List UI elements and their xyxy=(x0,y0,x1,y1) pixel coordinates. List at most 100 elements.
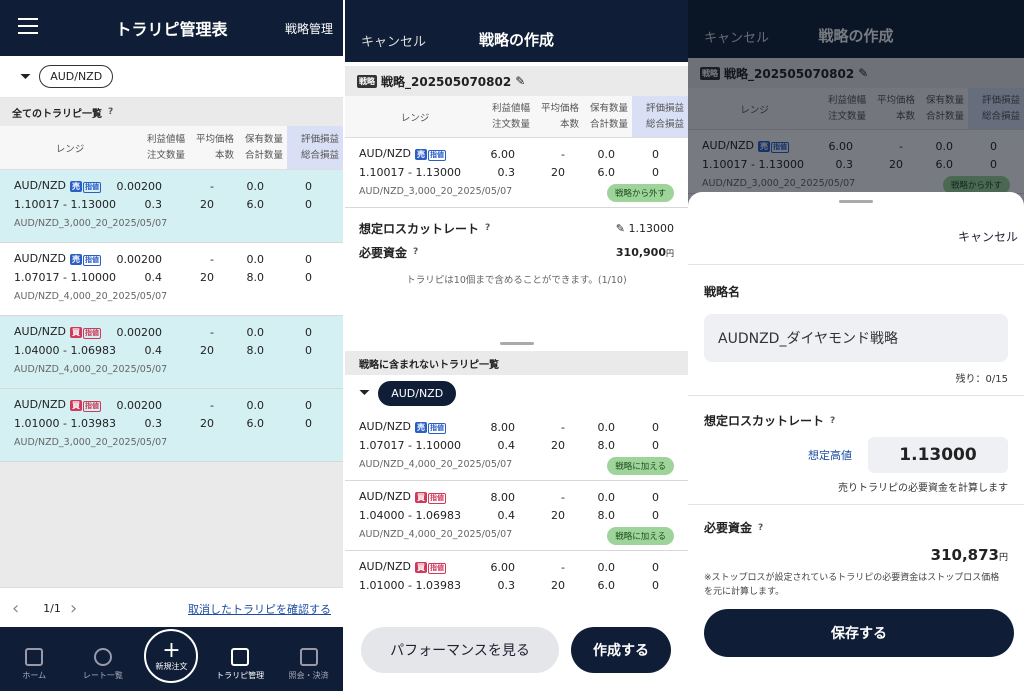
trarepi-row[interactable]: AUD/NZD 買指値 0.00200 - 0.0 0 1.04000 - 1.06983 0… xyxy=(0,316,343,389)
pair-label: AUD/NZD xyxy=(359,560,411,573)
count: 20 xyxy=(551,165,565,179)
losscut-section: 想定ロスカットレート? 想定高値 1.13000 売りトラリピの必要資金を計算し… xyxy=(688,396,1024,505)
help-icon[interactable]: ? xyxy=(108,107,113,117)
help-icon[interactable]: ? xyxy=(758,523,763,533)
filter-bar: ⏷ AUD/NZD xyxy=(0,56,343,98)
order-qty: 0.4 xyxy=(497,508,516,522)
currency-filter-chip[interactable]: AUD/NZD xyxy=(39,65,114,88)
tab-rates[interactable]: レート一覧 xyxy=(69,648,138,681)
tab-account[interactable]: 照会・決済 xyxy=(274,648,343,681)
cancelled-trarepi-link[interactable]: 取消したトラリピを確認する xyxy=(188,601,331,617)
trarepi-row[interactable]: AUD/NZD売指値6.00-0.001.10017 - 1.130000.32… xyxy=(345,138,688,208)
hold-qty: 0.0 xyxy=(246,398,265,412)
range-label: 1.10017 - 1.13000 xyxy=(14,197,116,211)
side-badge: 買 xyxy=(415,492,427,503)
total-qty: 6.0 xyxy=(246,197,265,211)
required-value: 310,900円 xyxy=(615,245,674,259)
side-badge: 売 xyxy=(70,181,82,192)
count: 20 xyxy=(200,416,214,430)
required-value: 310,873円 xyxy=(930,546,1008,564)
page-indicator: 1/1 xyxy=(43,602,61,615)
profit-width: 0.00200 xyxy=(116,179,163,193)
save-button[interactable]: 保存する xyxy=(704,609,1014,657)
count: 20 xyxy=(200,270,214,284)
pair-label: AUD/NZD xyxy=(359,147,411,160)
hold-total-header: 保有数量合計数量 xyxy=(244,133,283,161)
trarepi-row[interactable]: AUD/NZD 買指値 8.00-0.0 0 1.04000 - 1.06983 0.4 2… xyxy=(345,481,688,551)
hold-qty: 0.0 xyxy=(246,179,265,193)
limit-badge: 指値 xyxy=(428,563,446,574)
order-qty: 0.4 xyxy=(144,343,163,357)
losscut-value[interactable]: ✎ 1.13000 xyxy=(616,222,674,235)
remove-from-strategy-button[interactable]: 戦略から外す xyxy=(606,184,674,202)
trarepi-row[interactable]: AUD/NZD 売指値 8.00-0.0 0 1.07017 - 1.10000 0.4 2… xyxy=(345,411,688,481)
side-badge: 売 xyxy=(70,254,82,265)
strategy-management-link[interactable]: 戦略管理 xyxy=(285,20,333,37)
total-qty: 8.0 xyxy=(246,343,265,357)
side-badge: 買 xyxy=(70,400,82,411)
view-performance-button[interactable]: パフォーマンスを見る xyxy=(361,627,559,673)
hold-qty: 0.0 xyxy=(597,490,616,504)
tab-new-order[interactable]: + 新規注文 xyxy=(137,629,206,683)
profit-width: 8.00 xyxy=(490,420,516,434)
plus-icon: + xyxy=(162,637,181,663)
hamburger-menu-icon[interactable] xyxy=(18,18,38,34)
next-page-icon[interactable]: › xyxy=(70,598,92,619)
help-icon[interactable]: ? xyxy=(830,416,835,426)
tab-trarepi-manage[interactable]: トラリピ管理 xyxy=(206,648,275,681)
range-header: レンジ xyxy=(400,112,430,124)
trarepi-name: AUD/NZD_4,000_20_2025/05/07 xyxy=(14,364,168,375)
help-icon[interactable]: ? xyxy=(485,223,490,233)
page-title: 戦略の作成 xyxy=(478,31,555,49)
trarepi-management-screen: トラリピ管理表 戦略管理 ⏷ AUD/NZD 全てのトラリピ一覧 ? レンジ 利… xyxy=(0,0,343,691)
total-pl: 0 xyxy=(652,508,659,522)
limit-badge: 指値 xyxy=(83,182,101,193)
limit-badge: 指値 xyxy=(428,150,446,161)
tab-home[interactable]: ホーム xyxy=(0,648,69,681)
filter-icon[interactable]: ⏷ xyxy=(20,69,31,85)
required-label: 必要資金 xyxy=(359,245,408,260)
range-label: 1.04000 - 1.06983 xyxy=(359,508,461,522)
losscut-mode-toggle[interactable]: 想定高値 xyxy=(808,447,852,463)
add-to-strategy-button[interactable]: 戦略に加える xyxy=(607,457,674,475)
profit-width: 0.00200 xyxy=(116,398,163,412)
pager: ‹ 1/1 › 取消したトラリピを確認する xyxy=(0,587,343,629)
avg-price: - xyxy=(210,252,214,266)
strategy-name: 戦略_202505070802 xyxy=(381,74,512,89)
prev-page-icon[interactable]: ‹ xyxy=(12,598,34,619)
sheet-cancel-button[interactable]: キャンセル xyxy=(958,228,1018,245)
included-list: AUD/NZD売指値6.00-0.001.10017 - 1.130000.32… xyxy=(345,138,688,208)
hold-qty: 0.0 xyxy=(246,252,265,266)
total-qty: 8.0 xyxy=(246,270,265,284)
losscut-rate-input[interactable]: 1.13000 xyxy=(868,437,1008,473)
add-to-strategy-button[interactable]: 戦略に加える xyxy=(607,527,674,545)
losscut-row: 想定ロスカットレート? ✎ 1.13000 xyxy=(345,216,688,240)
help-icon[interactable]: ? xyxy=(413,247,418,257)
currency-filter-chip[interactable]: AUD/NZD xyxy=(378,380,457,406)
trarepi-row[interactable]: AUD/NZD 売指値 0.00200 - 0.0 0 1.07017 - 1.10000 0… xyxy=(0,243,343,316)
pair-label: AUD/NZD xyxy=(14,325,66,338)
limit-badge: 指値 xyxy=(428,423,446,434)
trarepi-row[interactable]: AUD/NZD 買指値 0.00200 - 0.0 0 1.01000 - 1.03983 0… xyxy=(0,389,343,462)
hold-qty: 0.0 xyxy=(246,325,265,339)
total-pl: 0 xyxy=(305,197,312,211)
eval-pl: 0 xyxy=(652,560,659,574)
eval-pl: 0 xyxy=(652,147,659,161)
limit-badge: 指値 xyxy=(83,255,101,266)
filter-icon[interactable]: ⏷ xyxy=(359,385,370,401)
count: 20 xyxy=(551,438,565,452)
required-label: 必要資金 xyxy=(704,521,753,535)
cancel-button[interactable]: キャンセル xyxy=(361,31,426,50)
avg-price: - xyxy=(561,420,565,434)
table-header: レンジ 利益値幅注文数量 平均価格本数 保有数量合計数量 評価損益総合損益 xyxy=(345,96,688,138)
required-funds-row: 必要資金? 310,900円 xyxy=(345,240,688,264)
bottom-tab-bar: ホーム レート一覧 + 新規注文 トラリピ管理 照会・決済 xyxy=(0,627,343,691)
hold-total-header: 保有数量合計数量 xyxy=(589,102,628,130)
strategy-name-bar[interactable]: 戦略 戦略_202505070802 ✎ xyxy=(345,66,688,96)
pencil-icon[interactable]: ✎ xyxy=(515,74,525,88)
create-button[interactable]: 作成する xyxy=(571,627,671,673)
total-pl: 0 xyxy=(305,416,312,430)
strategy-name-input[interactable]: AUDNZD_ダイヤモンド戦略 xyxy=(704,314,1008,362)
trarepi-row[interactable]: AUD/NZD 売指値 0.00200 - 0.0 0 1.10017 - 1.13000 0… xyxy=(0,170,343,243)
bottom-sheet: キャンセル 戦略名 AUDNZD_ダイヤモンド戦略 残り：0/15 想定ロスカッ… xyxy=(688,192,1024,691)
